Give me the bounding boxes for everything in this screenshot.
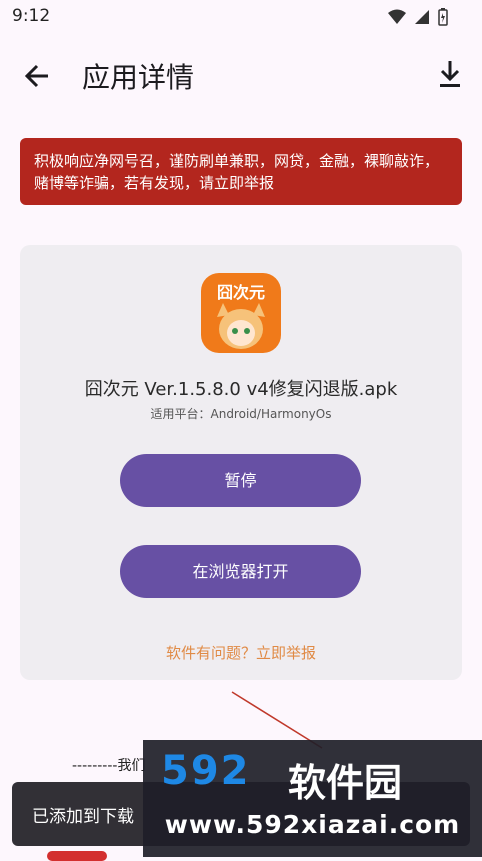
watermark-brand: 软件园 — [288, 761, 403, 805]
bottom-red-element — [47, 851, 107, 861]
site-watermark: 592 软件园 www.592xiazai.com — [143, 740, 482, 857]
watermark-number: 592 — [161, 748, 251, 794]
watermark-url: www.592xiazai.com — [164, 810, 461, 839]
snackbar-message: 已添加到下载 — [32, 807, 134, 827]
footer-text: ---------我们 — [72, 758, 146, 774]
annotation-line — [231, 691, 323, 749]
